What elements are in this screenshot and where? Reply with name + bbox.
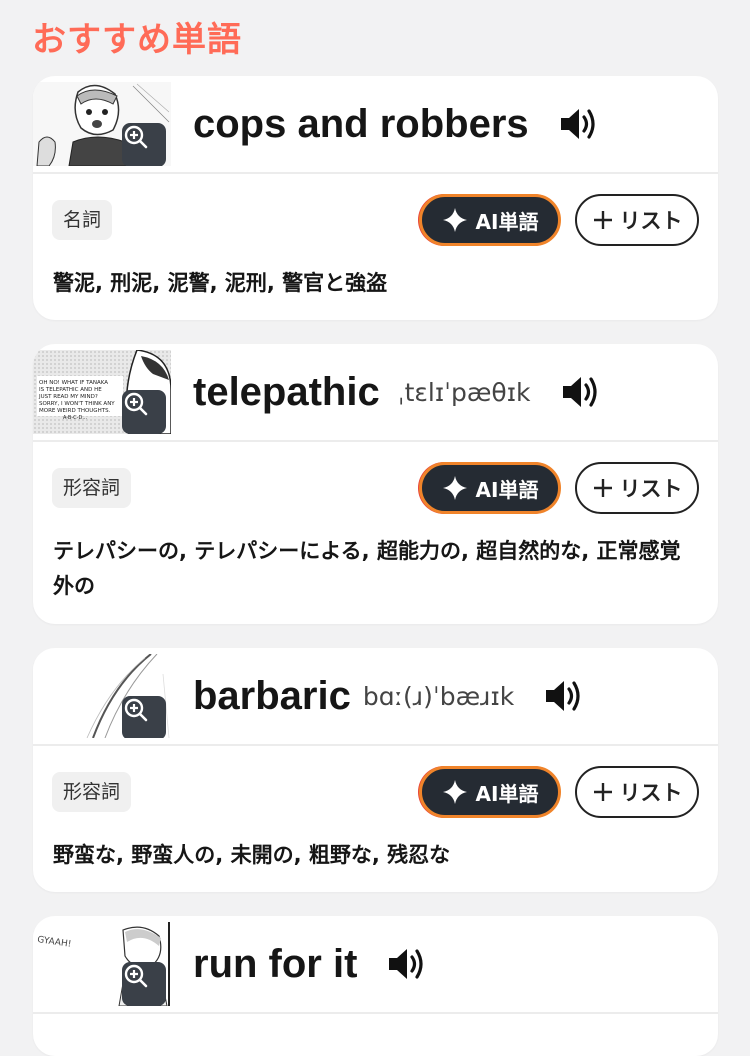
sparkle-icon [442,208,467,232]
word-card[interactable]: GYAAH! run for it [33,916,718,1056]
speaker-button[interactable] [387,946,425,982]
speaker-icon [389,949,424,979]
speaker-button[interactable] [544,678,582,714]
manga-thumbnail[interactable] [33,654,171,738]
svg-text:OH NO! WHAT IF TANAKA: OH NO! WHAT IF TANAKA [39,380,108,386]
word-card[interactable]: OH NO! WHAT IF TANAKA IS TELEPATHIC AND … [33,344,718,624]
add-to-list-button[interactable]: リスト [575,766,699,818]
word-row: cops and robbers [193,76,597,172]
card-header: GYAAH! run for it [33,916,718,1014]
list-label: リスト [619,781,683,805]
card-header: cops and robbers [33,76,718,174]
speaker-button[interactable] [561,374,599,410]
word-row: telepathic ˌtɛlɪˈpæθɪk [193,344,599,440]
add-to-list-button[interactable]: リスト [575,462,699,514]
speaker-button[interactable] [559,106,597,142]
ai-word-button[interactable]: AI単語 [419,462,561,514]
list-label: リスト [619,477,683,501]
word-text: run for it [193,941,358,986]
ai-word-label: AI単語 [475,209,539,234]
word-text: telepathic [193,369,380,414]
zoom-in-icon [124,392,148,416]
svg-text:IS TELEPATHIC AND HE: IS TELEPATHIC AND HE [39,387,102,393]
plus-icon [593,211,612,229]
add-to-list-button[interactable]: リスト [575,194,699,246]
part-of-speech-badge: 名詞 [52,200,113,240]
word-row: barbaric bɑː(ɹ)ˈbæɹɪk [193,648,582,744]
zoom-in-icon [124,964,148,988]
ai-word-label: AI単語 [475,477,539,502]
plus-icon [593,479,612,497]
zoom-button[interactable] [122,123,166,166]
plus-icon [593,783,612,801]
speaker-icon [560,109,595,139]
zoom-button[interactable] [122,696,166,738]
manga-thumbnail[interactable]: GYAAH! [33,922,171,1006]
svg-text:SORRY, I WON'T THINK ANY: SORRY, I WON'T THINK ANY [39,401,115,407]
zoom-in-icon [124,125,148,149]
sparkle-icon [442,476,467,500]
list-label: リスト [619,209,683,233]
meaning-text: 野蛮な, 野蛮人の, 未開の, 粗野な, 残忍な [53,843,451,867]
svg-text:A-B-C-D...: A-B-C-D... [63,415,87,421]
ai-word-button[interactable]: AI単語 [419,194,561,246]
part-of-speech-badge: 形容詞 [52,772,132,812]
card-header: barbaric bɑː(ɹ)ˈbæɹɪk [33,648,718,746]
svg-text:JUST READ MY MIND?: JUST READ MY MIND? [38,394,98,400]
ai-word-label: AI単語 [475,781,539,806]
manga-thumbnail[interactable]: OH NO! WHAT IF TANAKA IS TELEPATHIC AND … [33,350,171,434]
speaker-icon [562,377,597,407]
speaker-icon [546,681,580,711]
word-text: barbaric [193,673,351,718]
zoom-in-icon [124,698,148,722]
card-header: OH NO! WHAT IF TANAKA IS TELEPATHIC AND … [33,344,718,442]
zoom-button[interactable] [122,390,166,434]
sparkle-icon [442,780,467,804]
word-card[interactable]: barbaric bɑː(ɹ)ˈbæɹɪk 形容詞 AI単語 リスト 野蛮な, … [33,648,718,892]
meaning-text: テレパシーの, テレパシーによる, 超能力の, 超自然的な, 正常感覚外の [53,539,681,598]
word-row: run for it [193,916,425,1012]
pronunciation-text: bɑː(ɹ)ˈbæɹɪk [362,681,515,711]
ai-word-button[interactable]: AI単語 [419,766,561,818]
manga-thumbnail[interactable] [33,82,171,166]
part-of-speech-badge: 形容詞 [52,468,132,508]
word-card[interactable]: cops and robbers 名詞 AI単語 リスト 警泥, 刑泥, 泥警,… [33,76,718,320]
word-text: cops and robbers [193,101,529,146]
meaning-text: 警泥, 刑泥, 泥警, 泥刑, 警官と強盗 [53,271,388,295]
section-title: おすすめ単語 [32,20,242,60]
zoom-button[interactable] [122,962,166,1006]
svg-text:MORE WEIRD THOUGHTS.: MORE WEIRD THOUGHTS. [39,408,111,414]
pronunciation-text: ˌtɛlɪˈpæθɪk [397,377,531,407]
